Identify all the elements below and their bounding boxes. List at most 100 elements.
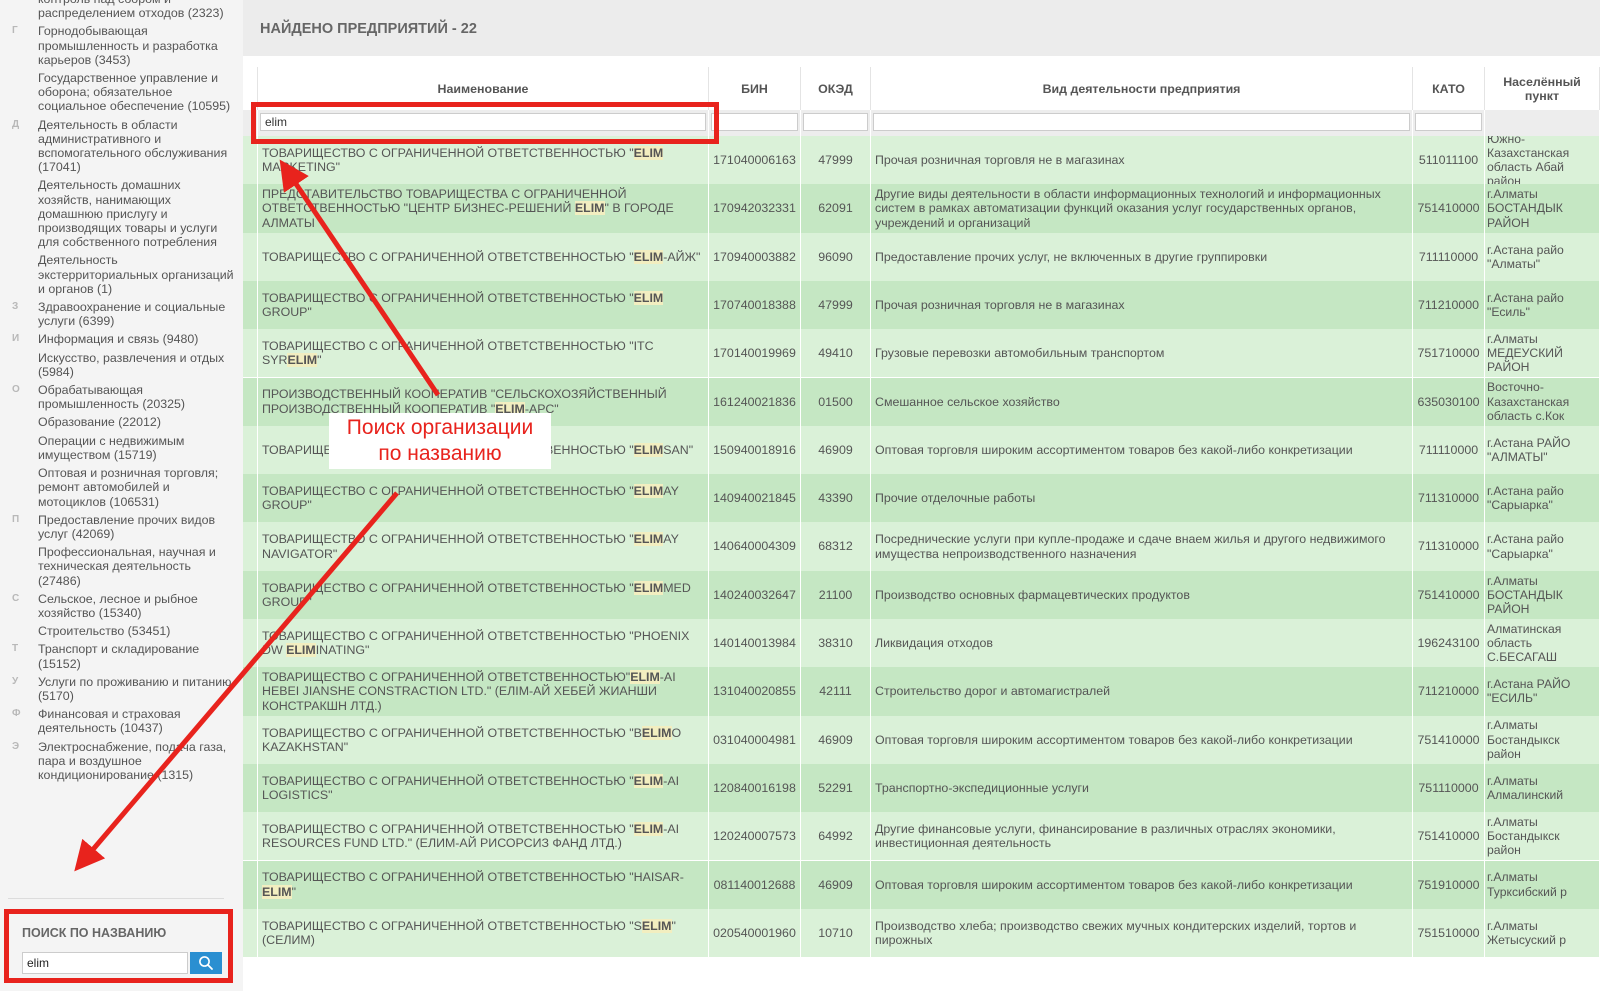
settlement-lines: г.Алматы Жетысуский р [1487, 919, 1566, 947]
search-button[interactable] [190, 952, 222, 974]
company-name-cell[interactable]: ТОВАРИЩЕСТВО С ОГРАНИЧЕННОЙ ОТВЕТСТВЕННО… [258, 329, 709, 378]
category-label: контроль над сбором и распределением отх… [38, 0, 224, 21]
kato-cell: 711110000 [1413, 425, 1485, 475]
row-select-cell[interactable] [243, 908, 258, 958]
company-name-cell[interactable]: ТОВАРИЩЕСТВО С ОГРАНИЧЕННОЙ ОТВЕТСТВЕННО… [258, 474, 709, 523]
settlement-line: "Сарыарка" [1487, 498, 1553, 513]
category-label: Услуги по проживанию и питанию (5170) [38, 674, 232, 703]
category-item[interactable]: Т Транспорт и складирование (15152) [0, 642, 243, 670]
category-item[interactable]: контроль над сбором и распределением отх… [0, 0, 243, 20]
category-item[interactable]: Строительство (53451) [0, 624, 243, 638]
company-name-cell[interactable]: ТОВАРИЩЕСТВО С ОГРАНИЧЕННОЙ ОТВЕТСТВЕННО… [258, 667, 709, 716]
activity-cell: Посреднические услуги при купле-продаже … [871, 522, 1413, 571]
row-select-cell[interactable] [243, 763, 258, 813]
row-select-cell[interactable] [243, 136, 258, 185]
header-activity[interactable]: Вид деятельности предприятия [871, 67, 1413, 110]
category-item[interactable]: Образование (22012) [0, 415, 243, 429]
bin-cell: 170942032331 [709, 184, 801, 233]
category-item[interactable]: Деятельность домашних хозяйств, нанимающ… [0, 178, 243, 249]
company-name-part: GROUP" [262, 305, 312, 320]
settlement-lines: г.Астана райо "Сарыарка" [1487, 532, 1564, 560]
name-filter-input[interactable] [260, 113, 706, 131]
row-select-cell[interactable] [243, 715, 258, 764]
company-name-part: ТОВАРИЩЕСТВО С ОГРАНИЧЕННОЙ ОТВЕТСТВЕННО… [262, 725, 642, 740]
category-item[interactable]: С Сельское, лесное и рыбное хозяйство (15… [0, 592, 243, 620]
company-name-cell[interactable]: ТОВАРИЩЕСТВО С ОГРАНИЧЕННОЙ ОТВЕТСТВЕННО… [258, 812, 709, 861]
company-name: ТОВАРИЩЕСТВО С ОГРАНИЧЕННОЙ ОТВЕТСТВЕННО… [262, 145, 704, 174]
settlement-line: г.Астана райо [1487, 484, 1564, 499]
row-select-cell[interactable] [243, 184, 258, 233]
row-select-cell[interactable] [243, 425, 258, 475]
settlement-line: Бостандыкск [1487, 829, 1560, 844]
settlement-line: г.Астана РАЙО [1487, 435, 1571, 450]
header-oked[interactable]: ОКЭД [801, 67, 871, 110]
category-item[interactable]: У Услуги по проживанию и питанию (5170) [0, 675, 243, 703]
search-match-highlight: ELIM [633, 290, 664, 305]
company-name-cell[interactable]: ТОВАРИЩЕСТВО С ОГРАНИЧЕННОЙ ОТВЕТСТВЕННО… [258, 763, 709, 813]
company-name: ПРОИЗВОДСТВЕННЫЙ КООПЕРАТИВ "СЕЛЬСКОХОЗЯ… [262, 387, 704, 416]
company-name-cell[interactable]: ПРЕДСТАВИТЕЛЬСТВО ТОВАРИЩЕСТВА С ОГРАНИЧ… [258, 184, 709, 233]
row-select-cell[interactable] [243, 570, 258, 619]
kato-cell: 511011100 [1413, 136, 1485, 185]
category-label: Сельское, лесное и рыбное хозяйство (153… [38, 591, 198, 620]
annotation-label-line1: Поиск организации [346, 416, 534, 439]
header-bin[interactable]: БИН [709, 67, 801, 110]
company-name-cell[interactable]: ТОВАРИЩЕСТВО С ОГРАНИЧЕННОЙ ОТВЕТСТВЕННО… [258, 715, 709, 764]
settlement-cell: г.Астана РАЙО "ЕСИЛЬ" [1485, 667, 1600, 716]
company-name-cell[interactable]: ТОВАРИЩЕСТВО С ОГРАНИЧЕННОЙ ОТВЕТСТВЕННО… [258, 619, 709, 668]
header-kato[interactable]: КАТО [1413, 67, 1485, 110]
bin-filter-input[interactable] [711, 113, 798, 131]
name-search-input[interactable] [22, 952, 188, 974]
row-select-cell[interactable] [243, 329, 258, 378]
category-item[interactable]: Операции с недвижимым имуществом (15719) [0, 434, 243, 462]
settlement-line: Алмалинский [1487, 788, 1564, 803]
category-item[interactable]: О Обрабатывающая промышленность (20325) [0, 383, 243, 411]
category-label: Деятельность экстерриториальных организа… [38, 253, 234, 296]
settlement-line: Казахстанская [1487, 145, 1570, 160]
category-item[interactable]: П Предоставление прочих видов услуг (4206… [0, 513, 243, 541]
oked-filter-input[interactable] [803, 113, 868, 131]
header-settlement[interactable]: Населённый пункт [1485, 67, 1600, 110]
company-name-cell[interactable]: ТОВАРИЩЕСТВО С ОГРАНИЧЕННОЙ ОТВЕТСТВЕННО… [258, 136, 709, 185]
category-item[interactable]: Профессиональная, научная и техническая … [0, 545, 243, 588]
activity-filter-input[interactable] [873, 113, 1410, 131]
row-select-cell[interactable] [243, 812, 258, 861]
results-count-title: НАЙДЕНО ПРЕДПРИЯТИЙ - 22 [260, 21, 477, 37]
row-select-cell[interactable] [243, 860, 258, 909]
settlement-cell: г.Алматы БОСТАНДЫК РАЙОН [1485, 570, 1600, 619]
category-item[interactable]: Государственное управление и оборона; об… [0, 71, 243, 114]
row-select-cell[interactable] [243, 474, 258, 523]
company-name-cell[interactable]: ТОВАРИЩЕСТВО С ОГРАНИЧЕННОЙ ОТВЕТСТВЕННО… [258, 570, 709, 619]
category-item[interactable]: З Здравоохранение и социальные услуги (63… [0, 300, 243, 328]
company-name-cell[interactable]: ТОВАРИЩЕСТВО С ОГРАНИЧЕННОЙ ОТВЕТСТВЕННО… [258, 280, 709, 330]
category-item[interactable]: Д Деятельность в области административног… [0, 118, 243, 175]
category-item[interactable]: Искусство, развлечения и отдых (5984) [0, 351, 243, 379]
category-item[interactable]: Э Электроснабжение, подача газа, пара и в… [0, 740, 243, 783]
category-item[interactable]: Ф Финансовая и страховая деятельность (10… [0, 707, 243, 735]
category-item[interactable]: Г Горнодобывающая промышленность и разраб… [0, 24, 243, 67]
row-select-cell[interactable] [243, 619, 258, 668]
row-select-cell[interactable] [243, 377, 258, 426]
company-name-cell[interactable]: ТОВАРИЩЕСТВО С ОГРАНИЧЕННОЙ ОТВЕТСТВЕННО… [258, 522, 709, 571]
company-name-cell[interactable]: ТОВАРИЩЕСТВО С ОГРАНИЧЕННОЙ ОТВЕТСТВЕННО… [258, 860, 709, 909]
activity-cell: Строительство дорог и автомагистралей [871, 667, 1413, 716]
settlement-lines: Алматинская область С.БЕСАГАШ [1487, 622, 1561, 665]
category-label: Финансовая и страховая деятельность (104… [38, 707, 181, 736]
company-name-cell[interactable]: ТОВАРИЩЕСТВО С ОГРАНИЧЕННОЙ ОТВЕТСТВЕННО… [258, 232, 709, 281]
settlement-cell: г.Алматы БОСТАНДЫК РАЙОН [1485, 184, 1600, 233]
row-select-cell[interactable] [243, 232, 258, 281]
category-label: Электроснабжение, подача газа, пара и во… [38, 739, 227, 782]
category-item[interactable]: Деятельность экстерриториальных организа… [0, 253, 243, 296]
row-select-cell[interactable] [243, 280, 258, 330]
category-item[interactable]: Оптовая и розничная торговля; ремонт авт… [0, 466, 243, 509]
row-select-cell[interactable] [243, 522, 258, 571]
activity-cell: Другие финансовые услуги, финансирование… [871, 812, 1413, 861]
row-select-cell[interactable] [243, 667, 258, 716]
company-name-cell[interactable]: ТОВАРИЩЕСТВО С ОГРАНИЧЕННОЙ ОТВЕТСТВЕННО… [258, 908, 709, 958]
company-name: ТОВАРИЩЕСТВО С ОГРАНИЧЕННОЙ ОТВЕТСТВЕННО… [262, 249, 700, 264]
header-name[interactable]: Наименование [258, 67, 709, 110]
category-item[interactable]: И Информация и связь (9480) [0, 332, 243, 346]
kato-filter-input[interactable] [1415, 113, 1482, 131]
settlement-line: С.БЕСАГАШ [1487, 650, 1558, 665]
settlement-lines: Восточно- Казахстанская область с.Кок [1487, 380, 1569, 423]
